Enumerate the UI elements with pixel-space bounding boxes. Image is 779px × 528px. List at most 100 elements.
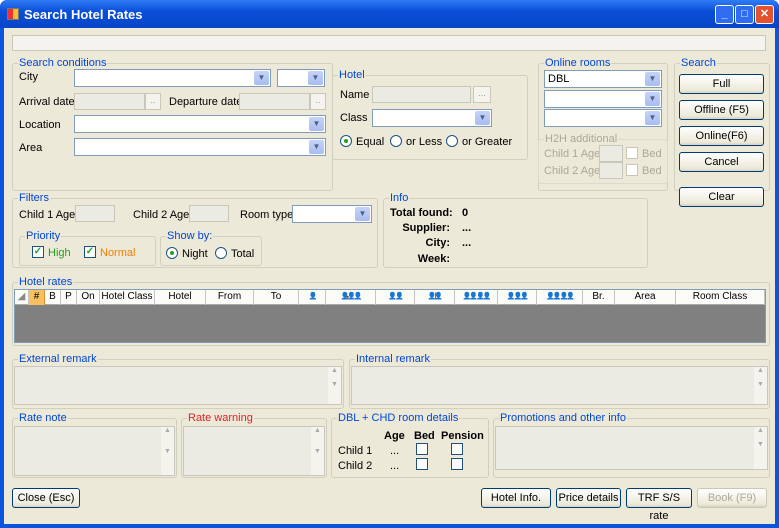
departure-date-field[interactable] bbox=[239, 93, 310, 110]
maximize-button[interactable]: □ bbox=[735, 5, 754, 24]
chevron-down-icon: ▼ bbox=[645, 92, 660, 106]
scrollbar[interactable]: ▲ ▼ bbox=[328, 367, 341, 404]
column-header-on[interactable]: On bbox=[77, 290, 100, 305]
high-label: High bbox=[48, 247, 71, 259]
city-combo[interactable]: ▼ bbox=[74, 69, 271, 87]
or-greater-label: or Greater bbox=[462, 136, 513, 148]
external-remark-textarea[interactable]: ▲ ▼ bbox=[14, 366, 342, 405]
scrollbar[interactable]: ▲ ▼ bbox=[311, 427, 324, 475]
scrollbar[interactable]: ▲ ▼ bbox=[161, 427, 174, 475]
departure-date-picker-button[interactable]: .. bbox=[310, 93, 326, 110]
trf-ss-rate-button[interactable]: TRF S/S rate bbox=[626, 488, 692, 522]
column-header-hotel-class[interactable]: Hotel Class bbox=[100, 290, 155, 305]
column-header-2-adults[interactable]: 👤👤 bbox=[376, 290, 415, 305]
h2h-child2-age-field[interactable] bbox=[599, 162, 623, 179]
column-header-b[interactable]: B bbox=[45, 290, 61, 305]
or-less-radio[interactable] bbox=[390, 135, 402, 147]
column-header-1-adult[interactable]: 👤 bbox=[299, 290, 326, 305]
hotel-name-field[interactable] bbox=[372, 86, 471, 103]
city-label: City bbox=[19, 71, 38, 83]
column-header-2-adults-2-children[interactable]: 👤👤👤👤 bbox=[455, 290, 498, 305]
location-combo[interactable]: ▼ bbox=[74, 115, 326, 133]
rate-warning-textarea[interactable]: ▲ ▼ bbox=[183, 426, 325, 476]
minimize-button[interactable]: _ bbox=[715, 5, 734, 24]
child1-pension-checkbox[interactable] bbox=[451, 443, 463, 455]
close-esc-button[interactable]: Close (Esc) bbox=[12, 488, 80, 508]
group-legend: Show by: bbox=[166, 230, 214, 242]
hotel-name-label: Name bbox=[340, 89, 370, 101]
full-search-button[interactable]: Full bbox=[679, 74, 764, 94]
column-header-area[interactable]: Area bbox=[615, 290, 676, 305]
h2h-child1-age-field[interactable] bbox=[599, 145, 623, 162]
column-header-from[interactable]: From bbox=[206, 290, 254, 305]
group-legend: DBL + CHD room details bbox=[337, 412, 460, 424]
grid-header: ◢ # B P On Hotel Class Hotel From To 👤 👤ᵢₙ👤👤 👤👤 👤|👤… bbox=[15, 290, 765, 305]
departure-date-label: Departure date bbox=[169, 96, 243, 108]
column-header-num[interactable]: # bbox=[29, 290, 45, 305]
rate-note-textarea[interactable]: ▲ ▼ bbox=[14, 426, 175, 476]
city-code-combo[interactable]: ▼ bbox=[277, 69, 325, 87]
child2-bed-checkbox[interactable] bbox=[416, 458, 428, 470]
child1-age-field[interactable] bbox=[75, 205, 115, 222]
area-combo[interactable]: ▼ bbox=[74, 138, 326, 156]
clear-button[interactable]: Clear bbox=[679, 187, 764, 207]
or-greater-radio[interactable] bbox=[446, 135, 458, 147]
h2h-child2-bed-checkbox[interactable] bbox=[626, 164, 638, 176]
hotel-rates-grid[interactable]: ◢ # B P On Hotel Class Hotel From To 👤 👤ᵢₙ👤👤 👤👤 👤|👤… bbox=[14, 289, 766, 343]
cancel-button[interactable]: Cancel bbox=[679, 152, 764, 172]
child1-bed-checkbox[interactable] bbox=[416, 443, 428, 455]
chevron-down-icon: ▼ bbox=[355, 207, 370, 221]
group-legend: Hotel bbox=[338, 69, 366, 81]
window-title: Search Hotel Rates bbox=[24, 7, 143, 22]
age-header: Age bbox=[384, 430, 405, 442]
column-header-to[interactable]: To bbox=[254, 290, 299, 305]
group-legend: H2H additional bbox=[544, 133, 619, 145]
total-found-value: 0 bbox=[462, 207, 469, 219]
h2h-child1-bed-checkbox[interactable] bbox=[626, 147, 638, 159]
arrival-date-field[interactable] bbox=[74, 93, 145, 110]
child2-label: Child 2 bbox=[338, 460, 373, 472]
room-3-combo[interactable]: ▼ bbox=[544, 109, 662, 127]
status-bar-field bbox=[12, 35, 766, 51]
close-button[interactable]: ✕ bbox=[755, 5, 774, 24]
column-header-room-class[interactable]: Room Class bbox=[676, 290, 765, 305]
column-header-p[interactable]: P bbox=[61, 290, 77, 305]
select-all-corner[interactable]: ◢ bbox=[15, 290, 29, 305]
column-header-br[interactable]: Br. bbox=[583, 290, 615, 305]
total-label: Total bbox=[231, 248, 255, 260]
column-header-hotel[interactable]: Hotel bbox=[155, 290, 206, 305]
price-details-button[interactable]: Price details bbox=[556, 488, 621, 508]
room-2-combo[interactable]: ▼ bbox=[544, 90, 662, 108]
arrival-date-picker-button[interactable]: .. bbox=[145, 93, 161, 110]
hotel-info-button[interactable]: Hotel Info. bbox=[481, 488, 551, 508]
total-radio[interactable] bbox=[215, 247, 227, 259]
hotel-browse-button[interactable]: ... bbox=[473, 86, 491, 103]
h2h-child2-label: Child 2 Age bbox=[544, 165, 601, 177]
internal-remark-textarea[interactable]: ▲ ▼ bbox=[351, 366, 768, 405]
hotel-class-combo[interactable]: ▼ bbox=[372, 109, 492, 127]
book-button[interactable]: Book (F9) bbox=[697, 488, 767, 508]
column-header-4-adults[interactable]: 👤👤👤👤 bbox=[537, 290, 583, 305]
online-search-button[interactable]: Online(F6) bbox=[679, 126, 764, 146]
normal-priority-checkbox[interactable]: ✓ bbox=[84, 246, 96, 258]
chevron-down-icon: ▼ bbox=[309, 140, 324, 154]
column-header-adult-child-adult[interactable]: 👤|👤 bbox=[415, 290, 455, 305]
scrollbar[interactable]: ▲ ▼ bbox=[754, 427, 767, 469]
supplier-label: Supplier: bbox=[402, 222, 450, 234]
week-label: Week: bbox=[417, 253, 450, 265]
child2-age-field[interactable] bbox=[189, 205, 229, 222]
room-1-combo[interactable]: DBL ▼ bbox=[544, 70, 662, 88]
hotel-class-label: Class bbox=[340, 112, 368, 124]
high-priority-checkbox[interactable]: ✓ bbox=[32, 246, 44, 258]
child2-pension-checkbox[interactable] bbox=[451, 458, 463, 470]
promotions-textarea[interactable]: ▲ ▼ bbox=[495, 426, 768, 470]
equal-radio[interactable] bbox=[340, 135, 352, 147]
bed-label: Bed bbox=[642, 148, 662, 160]
pension-header: Pension bbox=[441, 430, 484, 442]
column-header-3-adults[interactable]: 👤👤👤 bbox=[498, 290, 537, 305]
column-header-adult-infant-2-adults[interactable]: 👤ᵢₙ👤👤 bbox=[326, 290, 376, 305]
night-radio[interactable] bbox=[166, 247, 178, 259]
offline-search-button[interactable]: Offline (F5) bbox=[679, 100, 764, 120]
scrollbar[interactable]: ▲ ▼ bbox=[754, 367, 767, 404]
room-type-combo[interactable]: ▼ bbox=[292, 205, 372, 223]
